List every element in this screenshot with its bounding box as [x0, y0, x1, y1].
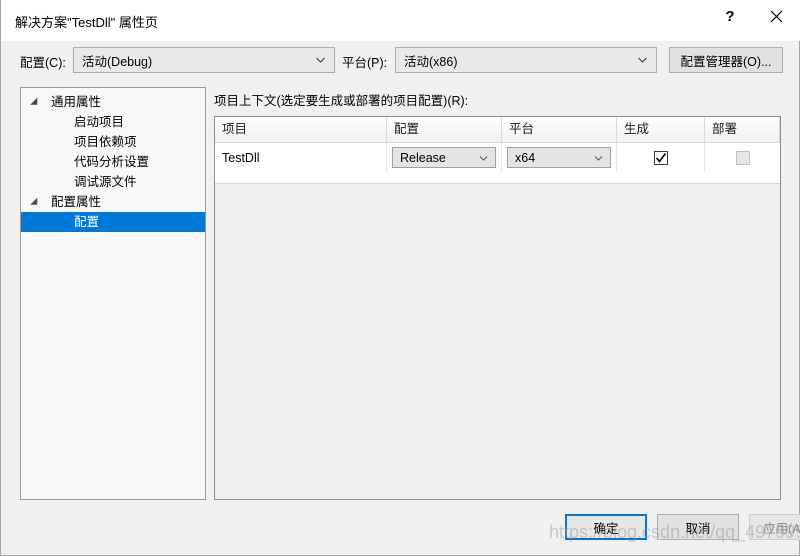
chevron-down-icon	[316, 57, 325, 63]
sidebar-item-4[interactable]: 调试源文件	[21, 172, 205, 192]
sidebar-item-label: 调试源文件	[74, 175, 137, 189]
title-bar: 解决方案"TestDll" 属性页 ?	[1, 0, 800, 41]
sidebar-item-3[interactable]: 代码分析设置	[21, 152, 205, 172]
sidebar-item-1[interactable]: 启动项目	[21, 112, 205, 132]
grid-column-header-0[interactable]: 项目	[215, 117, 387, 142]
table-row[interactable]: TestDll Release x64	[215, 143, 780, 172]
sidebar-item-label: 启动项目	[74, 115, 125, 129]
platform-label: 平台(P):	[342, 56, 388, 70]
cell-configuration: Release	[387, 143, 502, 172]
grid-body: TestDll Release x64	[215, 143, 780, 184]
configuration-bar: 配置(C): 活动(Debug) 平台(P): 活动(x86) 配置管理器(O)…	[1, 40, 800, 82]
close-button[interactable]	[753, 0, 799, 32]
close-icon	[770, 10, 782, 22]
question-mark-icon: ?	[725, 7, 735, 25]
sidebar-item-0[interactable]: 通用属性	[21, 92, 205, 112]
properties-tree: 通用属性启动项目项目依赖项代码分析设置 调试源文件配置属性配置	[20, 87, 206, 500]
chevron-down-icon	[594, 155, 603, 161]
help-button[interactable]: ?	[707, 0, 753, 32]
row-configuration-select[interactable]: Release	[392, 147, 496, 168]
cell-platform: x64	[502, 143, 617, 172]
build-checkbox[interactable]	[653, 150, 668, 165]
sidebar-item-label: 项目依赖项	[74, 135, 137, 149]
row-platform-select[interactable]: x64	[507, 147, 611, 168]
checkmark-icon	[655, 152, 666, 163]
grid-column-header-3[interactable]: 生成	[617, 117, 705, 142]
configuration-label: 配置(C):	[20, 56, 66, 70]
grid-column-header-2[interactable]: 平台	[502, 117, 617, 142]
tree-item-list: 通用属性启动项目项目依赖项代码分析设置 调试源文件配置属性配置	[21, 92, 205, 232]
triangle-expanded-icon[interactable]	[30, 197, 41, 209]
apply-button: 应用(A)	[749, 514, 800, 540]
window-title: 解决方案"TestDll" 属性页	[15, 15, 158, 30]
platform-select-value: 活动(x86)	[404, 54, 458, 69]
platform-select[interactable]: 活动(x86)	[395, 47, 657, 73]
cell-deploy	[705, 143, 780, 172]
ok-button[interactable]: 确定	[565, 514, 647, 540]
row-platform-select-value: x64	[515, 150, 536, 165]
project-context-label: 项目上下文(选定要生成或部署的项目配置)(R):	[214, 94, 469, 108]
sidebar-item-2[interactable]: 项目依赖项	[21, 132, 205, 152]
configuration-manager-button[interactable]: 配置管理器(O)...	[669, 47, 783, 73]
grid-column-header-4[interactable]: 部署	[705, 117, 780, 142]
row-configuration-select-value: Release	[400, 150, 446, 165]
triangle-expanded-icon[interactable]	[30, 97, 41, 109]
chevron-down-icon	[638, 57, 647, 63]
sidebar-item-label: 配置属性	[51, 195, 102, 209]
configuration-select-value: 活动(Debug)	[82, 54, 153, 69]
cancel-button[interactable]: 取消	[657, 514, 739, 540]
sidebar-item-label: 配置	[74, 215, 100, 229]
deploy-checkbox	[735, 150, 750, 165]
grid-column-header-1[interactable]: 配置	[387, 117, 502, 142]
cell-project-name: TestDll	[215, 143, 387, 172]
project-context-grid: 项目 配置 平台 生成 部署 TestDll Release x64	[214, 116, 781, 500]
configuration-select[interactable]: 活动(Debug)	[73, 47, 335, 73]
grid-header-row: 项目 配置 平台 生成 部署	[215, 117, 780, 143]
sidebar-item-label: 代码分析设置	[74, 155, 150, 169]
cell-build	[617, 143, 705, 172]
sidebar-item-5[interactable]: 配置属性	[21, 192, 205, 212]
sidebar-item-label: 通用属性	[51, 95, 102, 109]
sidebar-item-6[interactable]: 配置	[21, 212, 205, 232]
properties-dialog: 解决方案"TestDll" 属性页 ? 配置(C): 活动(Debug) 平台(…	[0, 0, 800, 556]
chevron-down-icon	[479, 155, 488, 161]
